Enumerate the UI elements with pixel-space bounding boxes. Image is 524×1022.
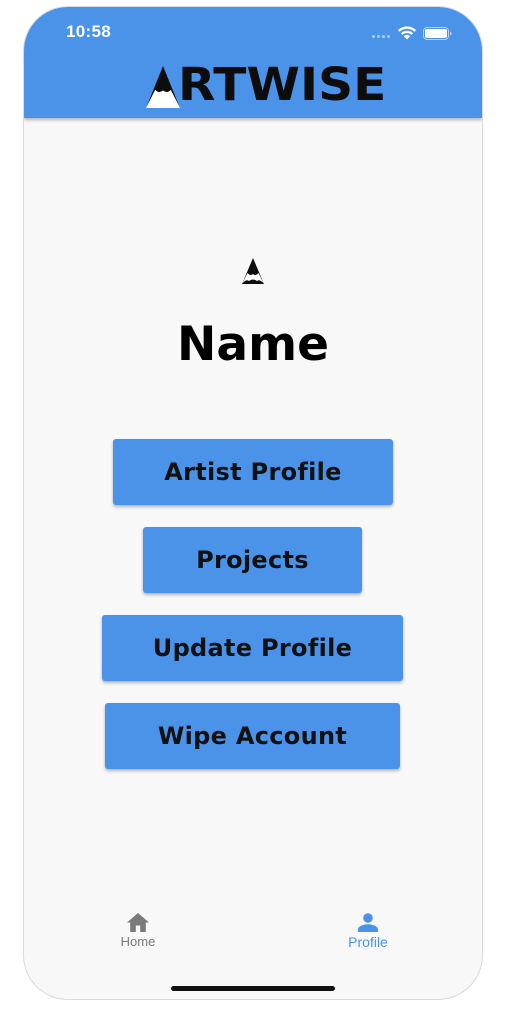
nav-home-label: Home (120, 934, 156, 949)
status-time: 10:58 (66, 22, 111, 41)
app-bar: 10:58 RTWISE (24, 7, 482, 118)
home-icon (127, 913, 149, 932)
profile-name: Name (177, 317, 329, 372)
artwise-logo: RTWISE (146, 59, 386, 111)
nav-home[interactable]: Home (93, 907, 183, 950)
profile-avatar-icon (242, 258, 264, 284)
update-profile-label: Update Profile (152, 634, 353, 662)
logo-wordmark: RTWISE (178, 58, 387, 111)
bottom-navigation: Home Profile (24, 907, 482, 967)
update-profile-button[interactable]: Update Profile (102, 615, 403, 681)
artist-profile-label: Artist Profile (164, 458, 342, 486)
projects-label: Projects (196, 546, 309, 574)
battery-icon (423, 27, 452, 40)
home-indicator[interactable] (171, 986, 335, 991)
wifi-icon (397, 26, 417, 40)
phone-screen: 10:58 RTWISE Name Artist Profile Project… (24, 7, 482, 999)
nav-profile-label: Profile (348, 934, 388, 950)
artist-profile-button[interactable]: Artist Profile (113, 439, 393, 505)
signal-dots-icon (372, 35, 392, 39)
wipe-account-label: Wipe Account (157, 722, 348, 750)
nav-profile[interactable]: Profile (323, 907, 413, 950)
projects-button[interactable]: Projects (143, 527, 362, 593)
person-icon (358, 913, 378, 932)
wipe-account-button[interactable]: Wipe Account (105, 703, 400, 769)
mountain-a-icon (146, 66, 180, 108)
